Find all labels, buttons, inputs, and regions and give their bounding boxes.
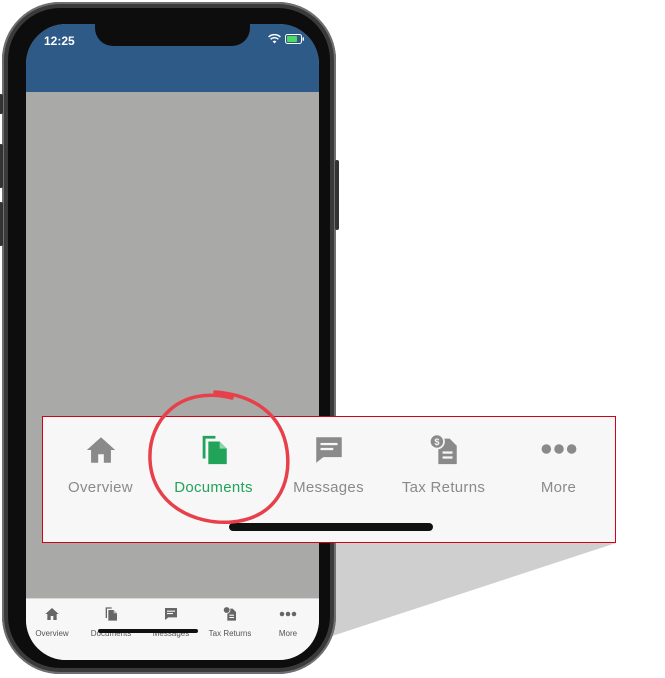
tax-returns-icon [222, 606, 236, 621]
tab-bar-zoom-callout: Overview Documents Messages $ Tax Return… [42, 416, 616, 543]
tax-returns-icon: $ [428, 433, 457, 465]
tab-label: More [540, 479, 577, 496]
phone-notch [95, 24, 250, 46]
zoom-tab-documents[interactable]: Documents [156, 431, 271, 496]
volume-up-button [0, 144, 3, 188]
more-icon [541, 444, 576, 454]
zoom-tab-more[interactable]: More [501, 431, 616, 496]
messages-icon [315, 437, 342, 463]
home-indicator-zoom [229, 523, 433, 531]
more-icon [279, 611, 297, 617]
tab-more[interactable]: More [260, 605, 316, 638]
tab-label: Messages [293, 479, 364, 496]
battery-icon [285, 34, 304, 44]
home-indicator [98, 629, 198, 633]
messages-icon [165, 608, 177, 620]
documents-icon [105, 607, 117, 621]
phone-screen: 12:25 Overview Documents Messages Tax Re… [26, 24, 319, 660]
power-button [335, 160, 339, 230]
home-icon [86, 437, 115, 463]
documents-icon [202, 435, 227, 465]
phone-frame: 12:25 Overview Documents Messages Tax Re… [0, 2, 339, 674]
status-time: 12:25 [44, 34, 75, 48]
tab-documents[interactable]: Documents [83, 605, 139, 638]
zoom-tab-tax-returns[interactable]: $ Tax Returns [386, 431, 501, 496]
zoom-tab-overview[interactable]: Overview [43, 431, 158, 496]
zoom-tab-messages[interactable]: Messages [271, 431, 386, 496]
tab-label: Tax Returns [401, 479, 486, 496]
tab-messages[interactable]: Messages [143, 605, 199, 638]
tab-label: Tax Returns [208, 629, 252, 638]
status-icons [268, 34, 305, 44]
wifi-icon [268, 34, 281, 44]
tab-tax-returns[interactable]: Tax Returns [202, 605, 258, 638]
tab-overview[interactable]: Overview [26, 605, 80, 638]
tab-label: Overview [35, 629, 69, 638]
volume-down-button [0, 202, 3, 246]
mute-switch [0, 94, 3, 114]
home-icon [45, 608, 59, 620]
tab-label: Overview [68, 479, 133, 496]
tab-label: More [278, 629, 298, 638]
svg-text:$: $ [434, 437, 439, 447]
tab-label: Documents [174, 479, 253, 496]
